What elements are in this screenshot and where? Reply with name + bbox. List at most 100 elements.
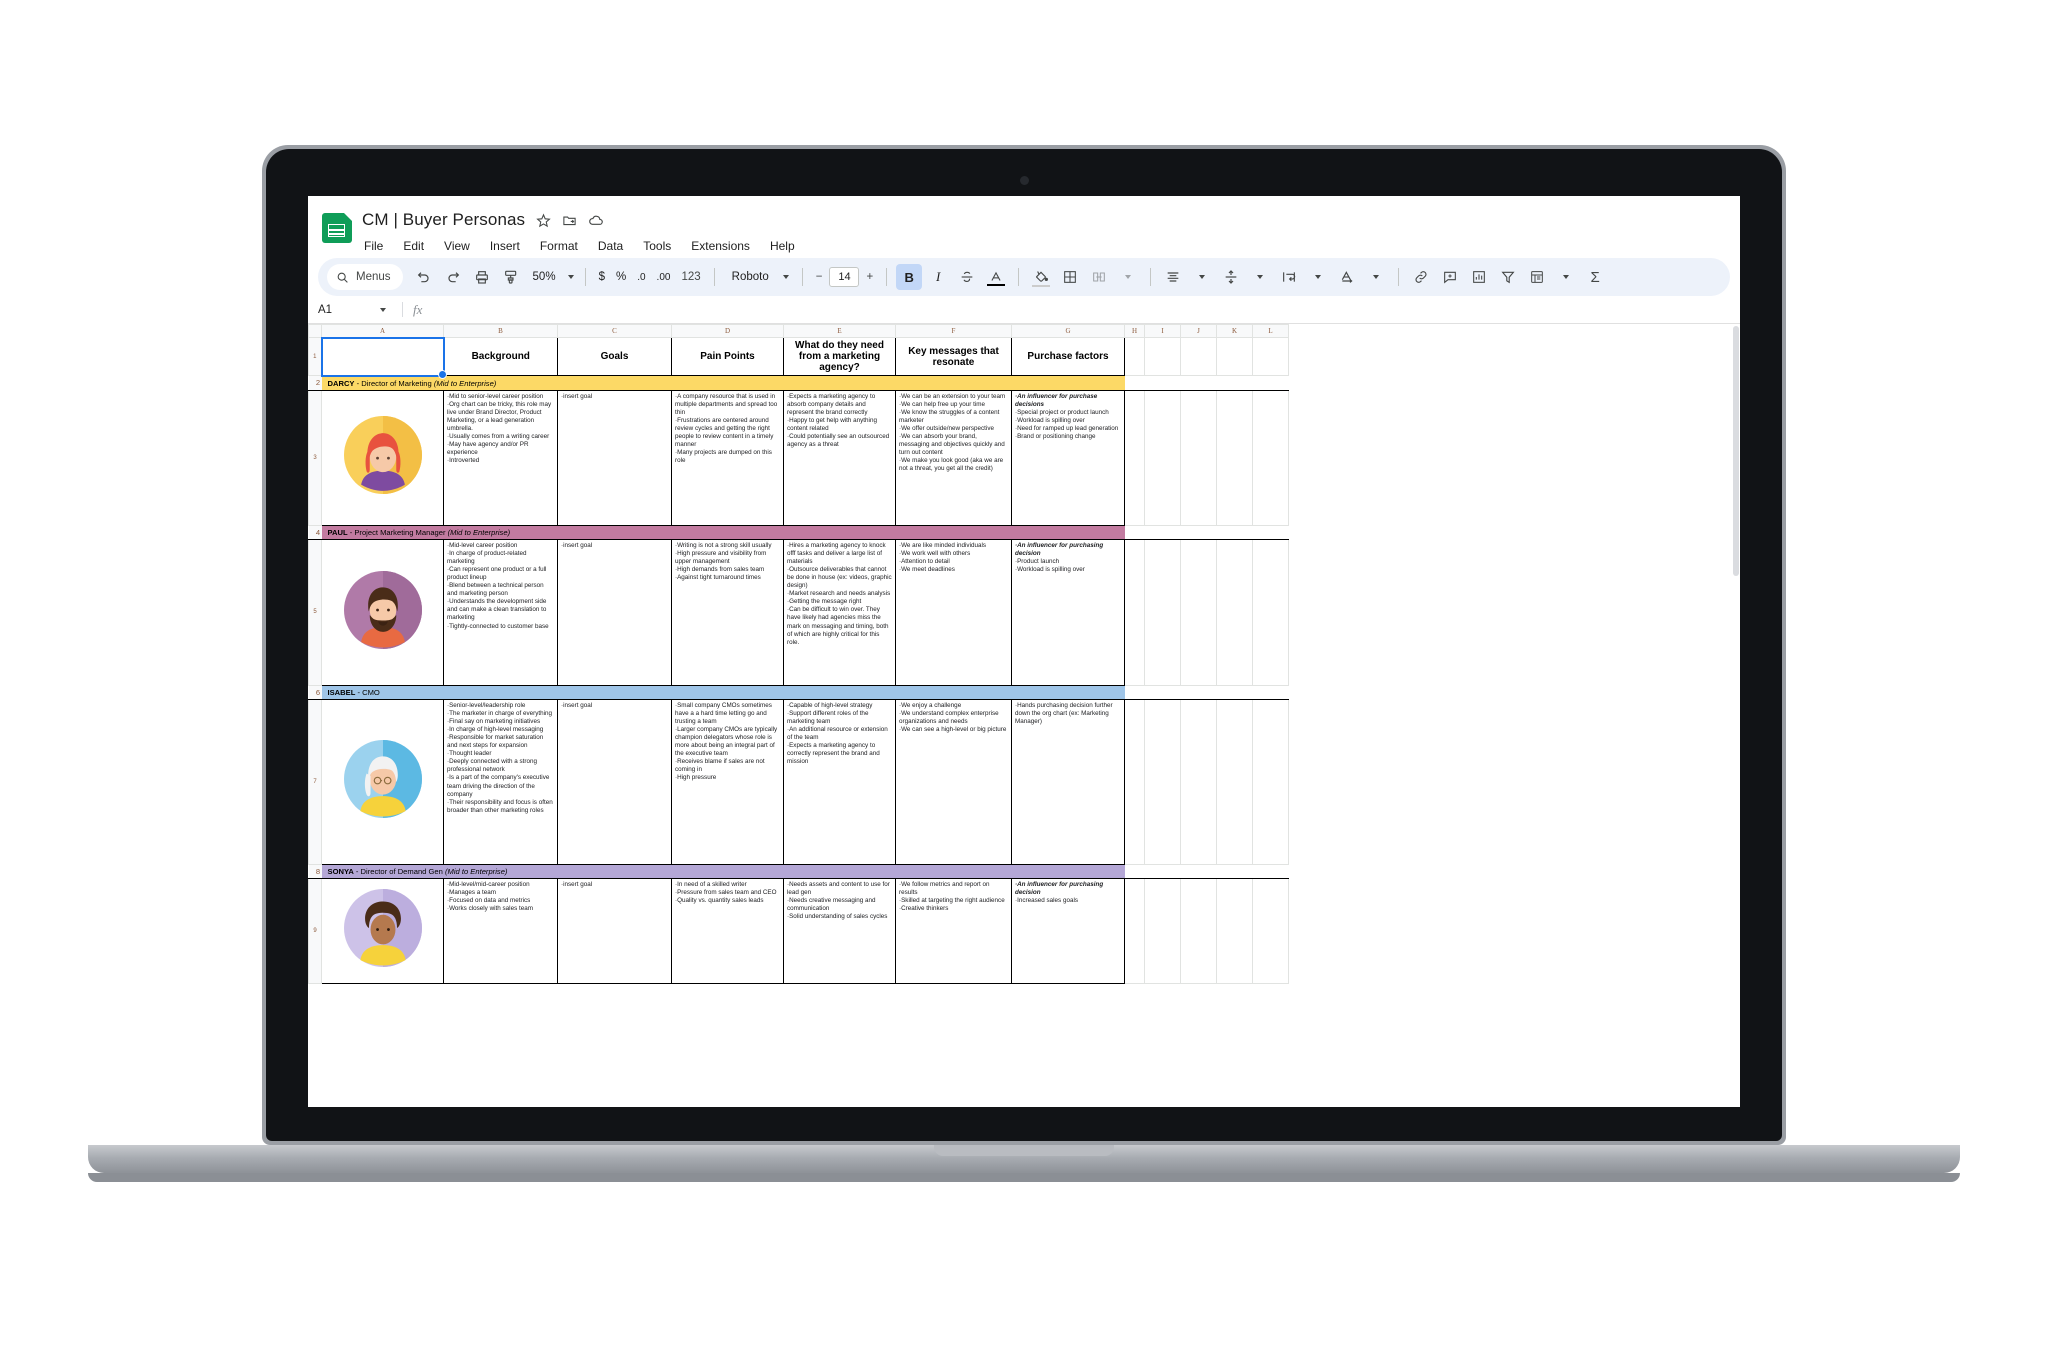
menu-file[interactable]: File (362, 237, 385, 255)
spreadsheet-grid[interactable]: A B C D E F G H I J K L 1 Background Goals Pain Points W… (308, 324, 1740, 1107)
menu-help[interactable]: Help (768, 237, 797, 255)
cell-key-messages[interactable]: ·We follow metrics and report on results… (895, 877, 1012, 984)
empty-cell[interactable] (1124, 524, 1145, 540)
column-header-a[interactable]: A (321, 324, 444, 338)
horizontal-align-icon[interactable] (1160, 264, 1186, 290)
empty-cell[interactable] (1216, 337, 1253, 376)
redo-icon[interactable] (440, 264, 466, 290)
print-icon[interactable] (469, 264, 495, 290)
empty-cell[interactable] (1124, 863, 1145, 879)
empty-cell[interactable] (1252, 375, 1289, 391)
empty-cell[interactable] (1252, 684, 1289, 700)
bold-button[interactable]: B (896, 264, 923, 290)
column-header-e[interactable]: E (783, 324, 896, 338)
search-menus-button[interactable]: Menus (327, 264, 403, 290)
empty-cell[interactable] (1252, 538, 1289, 686)
empty-cell[interactable] (1252, 337, 1289, 376)
decrease-decimal-button[interactable]: .0 (633, 272, 649, 283)
chevron-down-icon[interactable] (1305, 264, 1331, 290)
empty-cell[interactable] (1124, 684, 1145, 700)
cell-agency-needs[interactable]: ·Hires a marketing agency to knock offf … (783, 538, 896, 686)
column-header-g[interactable]: G (1011, 324, 1125, 338)
row-header[interactable]: 3 (308, 389, 322, 526)
row-header[interactable]: 8 (308, 863, 322, 879)
empty-cell[interactable] (1216, 863, 1253, 879)
empty-cell[interactable] (1180, 337, 1217, 376)
empty-cell[interactable] (1180, 389, 1217, 526)
cell-pain-points[interactable]: ·Small company CMOs sometimes have a a h… (671, 698, 784, 865)
cell-background[interactable]: ·Mid to senior-level career position ·Org… (443, 389, 558, 526)
more-formats-button[interactable]: 123 (677, 271, 704, 283)
column-title-3[interactable]: Pain Points (671, 337, 784, 376)
empty-cell[interactable] (1144, 375, 1181, 391)
cell-background[interactable]: ·Senior-level/leadership role ·The market… (443, 698, 558, 865)
empty-cell[interactable] (1252, 389, 1289, 526)
insert-link-icon[interactable] (1408, 264, 1434, 290)
empty-cell[interactable] (1216, 524, 1253, 540)
column-header-d[interactable]: D (671, 324, 784, 338)
increase-font-size-button[interactable]: + (862, 271, 877, 283)
cell-a1-selected[interactable] (320, 336, 448, 380)
row-header[interactable]: 2 (308, 375, 322, 391)
insert-chart-icon[interactable] (1466, 264, 1492, 290)
row-header[interactable]: 4 (308, 524, 322, 540)
empty-cell[interactable] (1216, 684, 1253, 700)
star-icon[interactable] (536, 213, 551, 228)
empty-cell[interactable] (1216, 877, 1253, 984)
menu-extensions[interactable]: Extensions (689, 237, 752, 255)
scrollbar-thumb[interactable] (1732, 326, 1739, 576)
currency-format-button[interactable]: $ (595, 271, 609, 283)
persona-band-label[interactable]: SONYA - Director of Demand Gen (Mid to E… (321, 863, 1125, 879)
fill-color-icon[interactable] (1028, 264, 1054, 290)
empty-cell[interactable] (1252, 698, 1289, 865)
cell-goals[interactable]: ·insert goal (557, 877, 672, 984)
paint-format-icon[interactable] (498, 264, 524, 290)
cloud-saved-icon[interactable] (588, 212, 604, 228)
empty-cell[interactable] (1144, 877, 1181, 984)
sum-icon[interactable]: Σ (1582, 264, 1608, 290)
column-header-c[interactable]: C (557, 324, 672, 338)
italic-button[interactable]: I (925, 264, 951, 290)
empty-cell[interactable] (1180, 375, 1217, 391)
persona-avatar[interactable] (321, 389, 444, 526)
menu-format[interactable]: Format (538, 237, 580, 255)
font-size-input[interactable]: 14 (829, 267, 860, 287)
column-header-j[interactable]: J (1180, 324, 1217, 338)
cell-goals[interactable]: ·insert goal (557, 698, 672, 865)
cell-pain-points[interactable]: ·Writing is not a strong skill usually ·H… (671, 538, 784, 686)
text-color-icon[interactable] (983, 264, 1009, 290)
empty-cell[interactable] (1144, 684, 1181, 700)
menu-tools[interactable]: Tools (641, 237, 673, 255)
column-title-5[interactable]: Key messages that resonate (895, 337, 1012, 376)
empty-cell[interactable] (1216, 698, 1253, 865)
empty-cell[interactable] (1144, 863, 1181, 879)
strikethrough-icon[interactable] (954, 264, 980, 290)
empty-cell[interactable] (1216, 538, 1253, 686)
chevron-down-icon[interactable] (1115, 264, 1141, 290)
column-header-f[interactable]: F (895, 324, 1012, 338)
borders-icon[interactable] (1057, 264, 1083, 290)
cell-agency-needs[interactable]: ·Needs assets and content to use for lea… (783, 877, 896, 984)
empty-cell[interactable] (1252, 877, 1289, 984)
percent-format-button[interactable]: % (612, 271, 630, 283)
cell-goals[interactable]: ·insert goal (557, 389, 672, 526)
column-header-b[interactable]: B (443, 324, 558, 338)
empty-cell[interactable] (1124, 337, 1145, 376)
persona-avatar[interactable] (321, 877, 444, 984)
persona-avatar[interactable] (321, 698, 444, 865)
column-title-4[interactable]: What do they need from a marketing agenc… (783, 337, 896, 376)
text-wrap-icon[interactable] (1276, 264, 1302, 290)
empty-cell[interactable] (1124, 698, 1145, 865)
text-rotation-icon[interactable] (1334, 264, 1360, 290)
row-header[interactable]: 7 (308, 698, 322, 865)
page-title[interactable]: CM | Buyer Personas (362, 210, 525, 230)
chevron-down-icon[interactable] (1189, 264, 1215, 290)
menu-insert[interactable]: Insert (488, 237, 522, 255)
empty-cell[interactable] (1144, 389, 1181, 526)
menu-data[interactable]: Data (596, 237, 625, 255)
persona-avatar[interactable] (321, 538, 444, 686)
empty-cell[interactable] (1180, 684, 1217, 700)
empty-cell[interactable] (1144, 524, 1181, 540)
empty-cell[interactable] (1252, 524, 1289, 540)
empty-cell[interactable] (1144, 698, 1181, 865)
